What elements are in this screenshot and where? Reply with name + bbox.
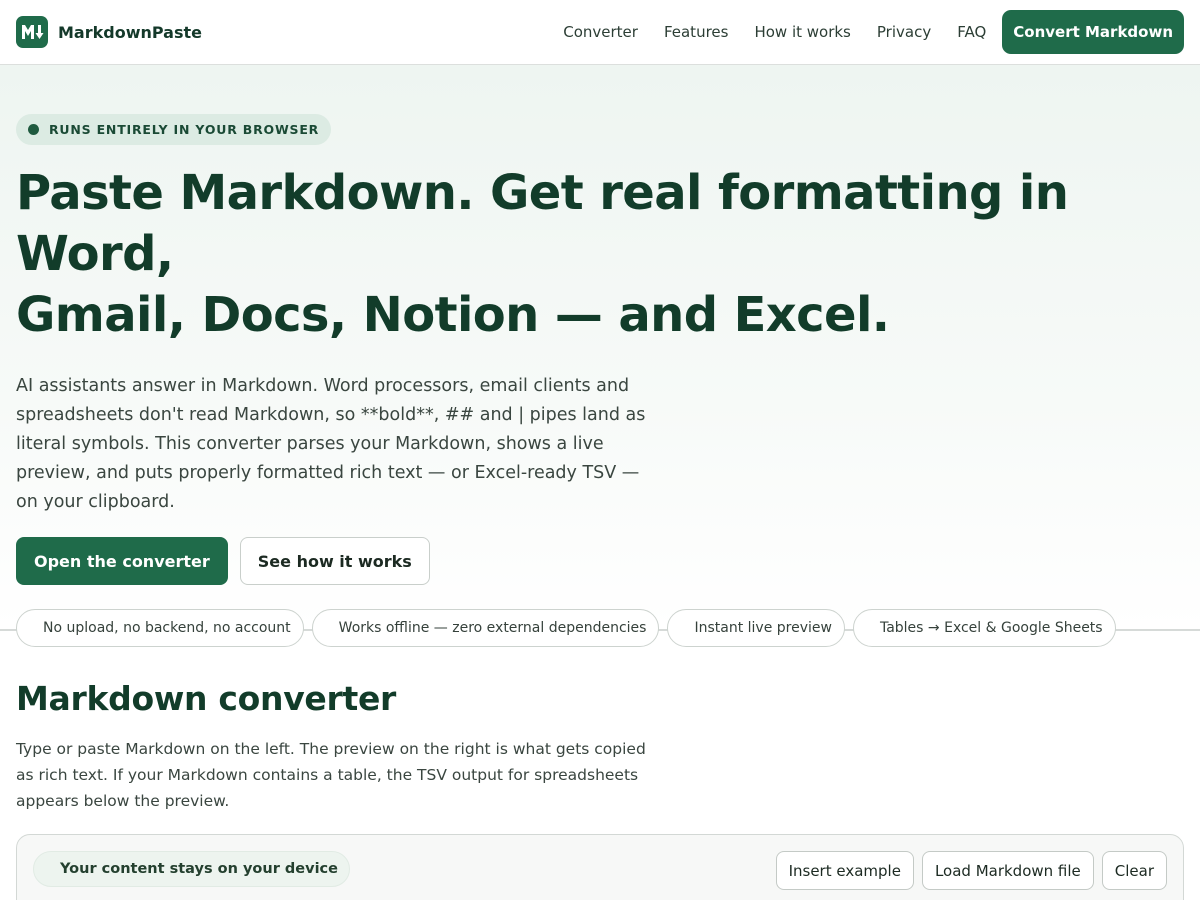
converter-title: Markdown converter: [16, 679, 397, 718]
hero-description: AI assistants answer in Markdown. Word p…: [16, 376, 646, 512]
hero-title-line1: Paste Markdown. Get real formatting in W…: [16, 165, 1069, 282]
feature-list: No upload, no backend, no account Works …: [16, 609, 1184, 647]
nav-converter[interactable]: Converter: [563, 23, 638, 41]
feature-chip-live-preview: Instant live preview: [667, 609, 845, 647]
browser-badge: RUNS ENTIRELY IN YOUR BROWSER: [16, 114, 332, 145]
nav-faq[interactable]: FAQ: [957, 23, 986, 41]
nav-how-it-works[interactable]: How it works: [754, 23, 850, 41]
converter-panel: Your content stays on your device Insert…: [16, 834, 1184, 900]
converter-description: Type or paste Markdown on the left. The …: [16, 740, 646, 810]
nav-privacy[interactable]: Privacy: [877, 23, 931, 41]
brand-name: MarkdownPaste: [58, 22, 202, 42]
feature-chip-no-upload: No upload, no backend, no account: [16, 609, 304, 647]
main-nav: Converter Features How it works Privacy …: [537, 10, 1184, 54]
see-how-it-works-button[interactable]: See how it works: [239, 537, 430, 585]
load-markdown-file-button[interactable]: Load Markdown file: [921, 851, 1094, 890]
nav-features[interactable]: Features: [664, 23, 729, 41]
hero-title-line2: Gmail, Docs, Notion — and Excel.: [16, 287, 890, 343]
converter-section: Markdown converter Type or paste Markdow…: [0, 631, 1200, 900]
site-header: MarkdownPaste Converter Features How it …: [0, 0, 1200, 65]
markdown-logo-icon: [16, 16, 48, 48]
convert-markdown-button[interactable]: Convert Markdown: [1002, 10, 1184, 54]
hero-actions: Open the converter See how it works: [16, 537, 1184, 585]
feature-chip-offline: Works offline — zero external dependenci…: [311, 609, 660, 647]
open-converter-button[interactable]: Open the converter: [16, 537, 228, 585]
insert-example-button[interactable]: Insert example: [775, 851, 914, 890]
feature-chip-tables: Tables → Excel & Google Sheets: [852, 609, 1116, 647]
browser-badge-label: RUNS ENTIRELY IN YOUR BROWSER: [49, 122, 320, 137]
hero-section: RUNS ENTIRELY IN YOUR BROWSER Paste Mark…: [0, 65, 1200, 647]
hero-title: Paste Markdown. Get real formatting in W…: [16, 163, 1166, 346]
clear-button[interactable]: Clear: [1101, 851, 1167, 890]
converter-toolbar: Insert example Load Markdown file Clear: [775, 851, 1167, 890]
privacy-badge: Your content stays on your device: [33, 851, 350, 887]
status-dot-icon: [28, 124, 39, 135]
brand[interactable]: MarkdownPaste: [16, 16, 202, 48]
